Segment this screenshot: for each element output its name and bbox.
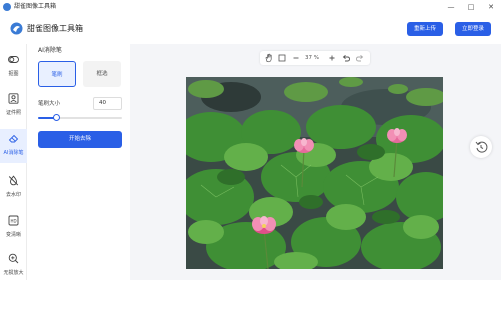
nav-label: 抠图 [8,71,19,77]
hand-icon[interactable] [264,53,274,63]
id-photo-icon [8,93,19,104]
brush-size-input[interactable]: 40 [93,97,122,110]
reupload-button[interactable]: 重新上传 [407,22,443,36]
app-window: 甜雀图像工具箱 — □ ✕ 甜雀图像工具箱 重新上传 立即登录 抠图 证件照 A… [0,0,501,280]
nav-label: AI消除笔 [3,150,24,156]
zoom-out-icon[interactable] [291,53,301,63]
brush-size-slider[interactable] [38,117,122,119]
undo-icon[interactable] [341,53,351,63]
tool-nav: 抠图 证件照 AI消除笔 去水印 HD 变清晰 无损放大 [0,44,27,280]
toggle-icon [8,56,19,63]
brush-size-label: 笔刷大小 [38,101,61,107]
app-header: 甜雀图像工具箱 重新上传 立即登录 [0,14,501,44]
lotus-flower [252,216,276,234]
lotus-flower [294,138,314,153]
eraser-icon [8,134,19,143]
app-name: 甜雀图像工具箱 [27,24,83,33]
maximize-button[interactable]: □ [463,1,479,13]
redo-icon[interactable] [355,53,365,63]
brush-mode-button[interactable]: 笔刷 [38,61,76,87]
nav-item-cutout[interactable]: 抠图 [0,50,27,84]
close-button[interactable]: ✕ [483,1,499,13]
nav-item-ai-eraser[interactable]: AI消除笔 [0,129,27,163]
hd-icon: HD [8,215,19,226]
fit-screen-icon[interactable] [277,53,287,63]
canvas-toolbar: 37 % [260,51,370,65]
history-icon [475,141,488,153]
app-small-icon [3,3,11,11]
nav-item-id-photo[interactable]: 证件照 [0,89,27,123]
nav-label: 变清晰 [5,232,21,238]
svg-text:HD: HD [10,218,16,223]
nav-label: 证件照 [5,110,21,116]
box-select-mode-button[interactable]: 框选 [83,61,121,87]
slider-handle[interactable] [52,114,60,121]
window-title: 甜雀图像工具箱 [14,3,57,10]
compare-button[interactable] [470,136,492,158]
start-erase-button[interactable]: 开始去除 [38,131,122,148]
zoom-level: 37 % [305,55,319,61]
nav-item-enhance[interactable]: HD 变清晰 [0,211,27,245]
logo-icon [10,22,23,35]
watermark-off-icon [8,175,19,186]
login-button[interactable]: 立即登录 [455,22,491,36]
zoom-in-tool-icon[interactable] [327,53,337,63]
eraser-settings-panel: AI消除笔 笔刷 框选 笔刷大小 40 开始去除 [30,44,130,280]
lotus-pond-photo[interactable] [186,77,443,269]
nav-item-watermark[interactable]: 去水印 [0,171,27,205]
canvas-area: 37 % [130,44,501,280]
lotus-flower [387,128,407,143]
minimize-button[interactable]: — [443,1,459,13]
nav-item-upscale[interactable]: 无损放大 [0,249,27,283]
zoom-in-icon [8,253,19,264]
nav-label: 无损放大 [3,270,24,276]
nav-label: 去水印 [5,192,21,198]
title-bar: 甜雀图像工具箱 — □ ✕ [0,0,501,14]
panel-title: AI消除笔 [38,47,62,54]
